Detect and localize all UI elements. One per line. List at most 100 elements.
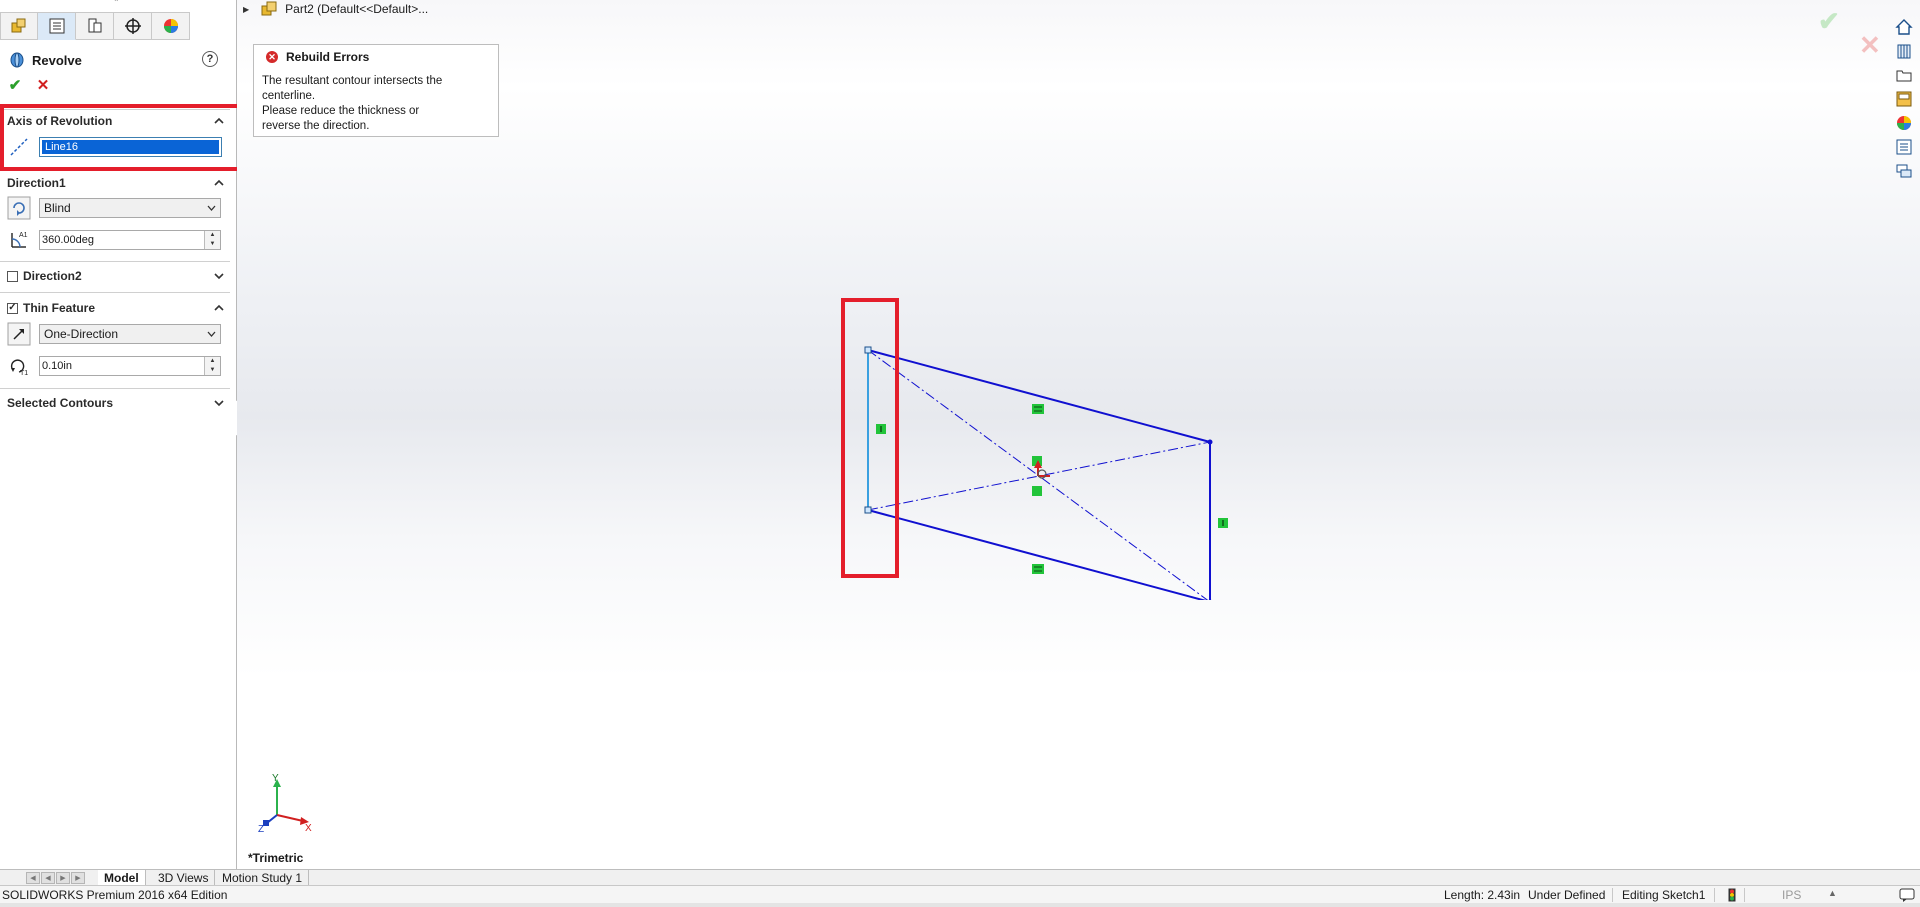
thin-feature-checkbox[interactable]: ✓ — [7, 302, 18, 314]
tab-scroll-arrows: ◀ ◀ ▶ ▶ — [26, 872, 85, 884]
triad-x-label: X — [305, 823, 312, 833]
property-list-icon — [49, 18, 64, 34]
appearance-globe-icon — [1897, 116, 1911, 130]
tab-dimxpert-manager[interactable] — [114, 12, 152, 40]
view-palette-button[interactable] — [1893, 88, 1915, 110]
reverse-direction-icon[interactable] — [7, 196, 31, 220]
custom-properties-button[interactable] — [1893, 136, 1915, 158]
tab-configuration-manager[interactable] — [76, 12, 114, 40]
units-dropdown-icon[interactable]: ▲ — [1828, 888, 1837, 898]
tree-part-label: Part2 (Default<<Default>... — [285, 2, 429, 16]
forum-button[interactable] — [1893, 160, 1915, 182]
help-icon[interactable]: ? — [202, 51, 218, 67]
stepper-down-icon[interactable]: ▼ — [205, 240, 220, 249]
sketch-line-top[interactable] — [867, 349, 1211, 443]
thin-feature-header[interactable]: ✓ Thin Feature — [7, 299, 229, 317]
file-explorer-button[interactable] — [1893, 64, 1915, 86]
sketch-canvas[interactable] — [830, 290, 1250, 600]
appearance-pie-icon — [163, 19, 178, 33]
property-manager-panel: ⌃ Revolve ? ✔ ✕ Axis of Revolution Line1… — [0, 0, 243, 869]
equal-relation-icon[interactable] — [1032, 404, 1044, 414]
appearances-button[interactable] — [1893, 112, 1915, 134]
properties-list-icon — [1896, 139, 1912, 155]
triad-y-label: Y — [272, 773, 279, 784]
status-divider — [1612, 888, 1613, 902]
vertical-relation-icon[interactable] — [1218, 518, 1228, 528]
thin-feature-type-select[interactable]: One-Direction — [39, 324, 221, 344]
manager-tabs — [0, 12, 200, 42]
last-tab-icon[interactable]: ▶ — [71, 872, 85, 884]
view-orientation-label: *Trimetric — [248, 851, 304, 865]
confirm-corner-ok-icon[interactable]: ✔ — [1818, 6, 1840, 37]
selected-contours-header[interactable]: Selected Contours — [7, 394, 229, 412]
chat-bubbles-icon — [1896, 164, 1912, 178]
separator — [0, 109, 230, 110]
stepper-down-icon[interactable]: ▼ — [205, 366, 220, 375]
status-units[interactable]: IPS — [1782, 888, 1801, 902]
direction1-end-condition-select[interactable]: Blind — [39, 198, 221, 218]
crosshair-icon — [124, 18, 141, 34]
status-bar: SOLIDWORKS Premium 2016 x64 Edition Leng… — [0, 885, 1920, 904]
thin-feature-thickness-value: 0.10in — [42, 360, 72, 372]
revolve-icon — [10, 52, 24, 68]
direction1-label: Direction1 — [7, 176, 66, 190]
next-tab-icon[interactable]: ▶ — [56, 872, 70, 884]
feature-tree-icon — [11, 18, 26, 33]
direction2-header[interactable]: Direction2 — [7, 267, 229, 285]
chevron-down-icon[interactable] — [213, 270, 225, 282]
separator — [0, 292, 230, 293]
stepper-up-icon[interactable]: ▲ — [205, 357, 220, 366]
direction1-header[interactable]: Direction1 — [7, 174, 229, 192]
direction1-angle-stepper[interactable]: 360.00deg ▲ ▼ — [39, 230, 221, 250]
tab-display-manager[interactable] — [152, 12, 190, 40]
tab-feature-manager[interactable] — [0, 12, 38, 40]
axis-selection-field[interactable]: Line16 — [39, 137, 222, 157]
folder-icon — [1896, 70, 1912, 82]
separator — [0, 388, 230, 389]
svg-text:A1: A1 — [19, 232, 28, 239]
chevron-up-icon[interactable] — [213, 302, 225, 314]
chevron-up-icon[interactable] — [213, 115, 225, 127]
stepper-arrows[interactable]: ▲ ▼ — [204, 357, 220, 375]
axis-of-revolution-header[interactable]: Axis of Revolution — [7, 112, 229, 130]
tab-property-manager[interactable] — [38, 12, 76, 40]
axis-of-revolution-label: Axis of Revolution — [7, 114, 113, 128]
equal-relation-icon[interactable] — [1032, 564, 1044, 574]
chevron-down-icon[interactable] — [213, 397, 225, 409]
tab-motion-study[interactable]: Motion Study 1 — [216, 870, 310, 886]
first-tab-icon[interactable]: ◀ — [26, 872, 40, 884]
configuration-icon — [88, 18, 101, 33]
thin-feature-type-value: One-Direction — [44, 327, 119, 341]
prev-tab-icon[interactable]: ◀ — [41, 872, 55, 884]
sketch-endpoint[interactable] — [864, 346, 872, 354]
feature-tree-flyout[interactable]: ▶ Part2 (Default<<Default>... — [243, 0, 428, 18]
tab-model[interactable]: Model — [98, 870, 146, 886]
sketch-line-bottom[interactable] — [867, 509, 1210, 600]
feature-title-row: Revolve ? — [8, 50, 228, 70]
panel-grip-icon[interactable]: ⌃ — [113, 0, 121, 7]
design-library-button[interactable] — [1893, 40, 1915, 62]
view-palette-icon — [1896, 91, 1912, 107]
confirm-corner-cancel-icon[interactable]: ✕ — [1859, 30, 1881, 61]
ok-button[interactable]: ✔ — [6, 76, 24, 96]
axis-line-icon — [7, 135, 31, 159]
reverse-thickness-icon[interactable] — [7, 322, 31, 346]
direction2-checkbox[interactable] — [7, 270, 18, 282]
vertical-relation-icon[interactable] — [876, 424, 886, 434]
expand-triangle-icon[interactable]: ▶ — [243, 5, 249, 14]
stepper-arrows[interactable]: ▲ ▼ — [204, 231, 220, 249]
tab-3d-views[interactable]: 3D Views — [152, 870, 216, 886]
sketch-endpoint[interactable] — [864, 506, 872, 514]
svg-text:T1: T1 — [20, 370, 28, 377]
direction2-label: Direction2 — [23, 269, 82, 283]
home-button[interactable] — [1893, 16, 1915, 38]
cancel-button[interactable]: ✕ — [34, 76, 52, 96]
feature-title: Revolve — [32, 52, 82, 68]
chevron-up-icon[interactable] — [213, 177, 225, 189]
triad-z-label: Z — [258, 824, 264, 833]
sketch-endpoint[interactable] — [1207, 439, 1213, 445]
stepper-up-icon[interactable]: ▲ — [205, 231, 220, 240]
thin-feature-thickness-stepper[interactable]: 0.10in ▲ ▼ — [39, 356, 221, 376]
direction1-angle-value: 360.00deg — [42, 234, 94, 246]
sketch-endpoint[interactable] — [1208, 599, 1213, 601]
